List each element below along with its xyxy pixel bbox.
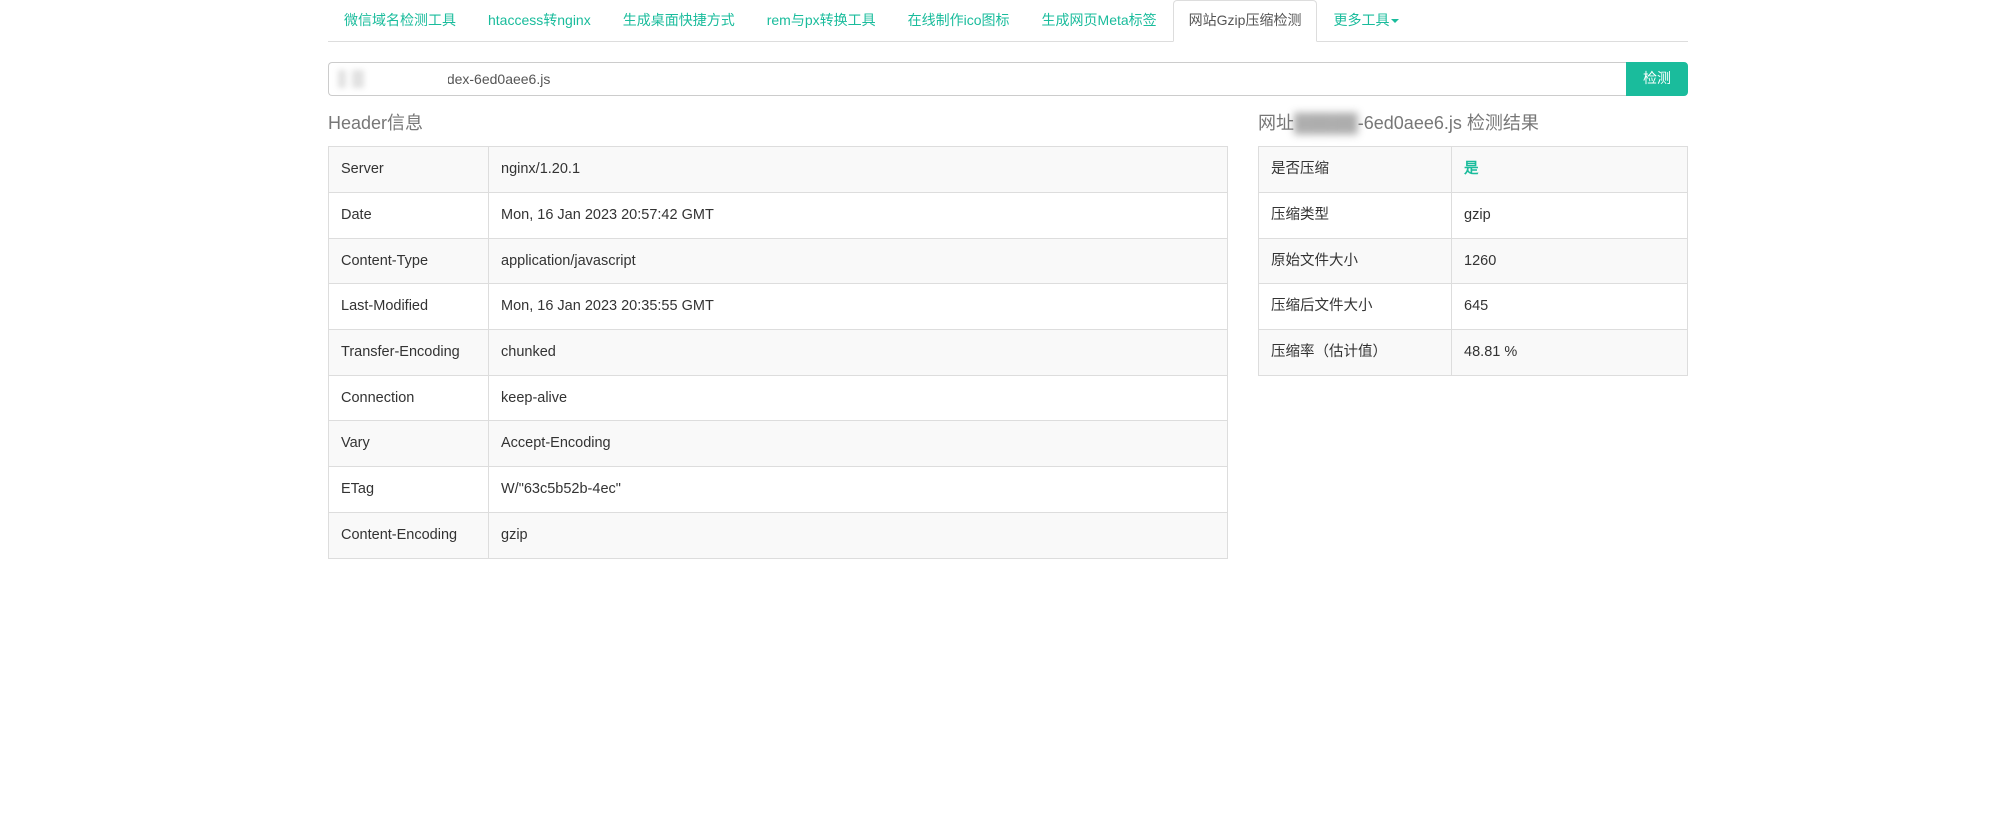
submit-button[interactable]: 检测 <box>1626 62 1688 96</box>
tab-5[interactable]: 生成网页Meta标签 <box>1026 0 1173 42</box>
tab-link[interactable]: 在线制作ico图标 <box>892 0 1026 42</box>
table-row: VaryAccept-Encoding <box>329 421 1228 467</box>
result-label: 压缩类型 <box>1259 192 1452 238</box>
header-value: application/javascript <box>489 238 1228 284</box>
header-key: Server <box>329 147 489 193</box>
header-key: Date <box>329 192 489 238</box>
tab-link[interactable]: 网站Gzip压缩检测 <box>1173 0 1318 42</box>
tab-1[interactable]: htaccess转nginx <box>472 0 607 42</box>
header-key: Last-Modified <box>329 284 489 330</box>
tab-7[interactable]: 更多工具 <box>1317 0 1415 42</box>
tab-2[interactable]: 生成桌面快捷方式 <box>607 0 751 42</box>
result-label: 原始文件大小 <box>1259 238 1452 284</box>
header-key: Transfer-Encoding <box>329 329 489 375</box>
result-value: 48.81 % <box>1452 329 1688 375</box>
table-row: 压缩率（估计值）48.81 % <box>1259 329 1688 375</box>
table-row: Content-Encodinggzip <box>329 512 1228 558</box>
tab-link[interactable]: 生成桌面快捷方式 <box>607 0 751 42</box>
result-label: 压缩率（估计值） <box>1259 329 1452 375</box>
header-value: chunked <box>489 329 1228 375</box>
table-row: Connectionkeep-alive <box>329 375 1228 421</box>
header-key: Content-Encoding <box>329 512 489 558</box>
header-info-title: Header信息 <box>328 111 1228 136</box>
tab-4[interactable]: 在线制作ico图标 <box>892 0 1026 42</box>
result-label: 压缩后文件大小 <box>1259 284 1452 330</box>
table-row: 压缩类型gzip <box>1259 192 1688 238</box>
header-value: Accept-Encoding <box>489 421 1228 467</box>
header-value: keep-alive <box>489 375 1228 421</box>
header-value: Mon, 16 Jan 2023 20:57:42 GMT <box>489 192 1228 238</box>
result-label: 是否压缩 <box>1259 147 1452 193</box>
header-key: ETag <box>329 467 489 513</box>
header-value: W/"63c5b52b-4ec" <box>489 467 1228 513</box>
header-key: Vary <box>329 421 489 467</box>
tab-6[interactable]: 网站Gzip压缩检测 <box>1173 0 1318 42</box>
table-row: Transfer-Encodingchunked <box>329 329 1228 375</box>
table-row: 压缩后文件大小645 <box>1259 284 1688 330</box>
tab-link[interactable]: rem与px转换工具 <box>751 0 892 42</box>
tab-link[interactable]: 微信域名检测工具 <box>328 0 472 42</box>
result-value: 是 <box>1452 147 1688 193</box>
table-row: Servernginx/1.20.1 <box>329 147 1228 193</box>
tab-link[interactable]: 更多工具 <box>1317 0 1415 42</box>
result-table: 是否压缩是压缩类型gzip原始文件大小1260压缩后文件大小645压缩率（估计值… <box>1258 146 1688 376</box>
tab-0[interactable]: 微信域名检测工具 <box>328 0 472 42</box>
input-mask <box>338 70 448 88</box>
url-input[interactable] <box>328 62 1626 96</box>
table-row: Content-Typeapplication/javascript <box>329 238 1228 284</box>
result-value: 1260 <box>1452 238 1688 284</box>
result-title: 网址█████-6ed0aee6.js 检测结果 <box>1258 111 1688 136</box>
table-row: 是否压缩是 <box>1259 147 1688 193</box>
tab-link[interactable]: 生成网页Meta标签 <box>1026 0 1173 42</box>
caret-down-icon <box>1391 19 1399 23</box>
header-table: Servernginx/1.20.1DateMon, 16 Jan 2023 2… <box>328 146 1228 558</box>
table-row: ETagW/"63c5b52b-4ec" <box>329 467 1228 513</box>
tab-link[interactable]: htaccess转nginx <box>472 0 607 42</box>
tab-3[interactable]: rem与px转换工具 <box>751 0 892 42</box>
header-key: Content-Type <box>329 238 489 284</box>
header-value: nginx/1.20.1 <box>489 147 1228 193</box>
table-row: DateMon, 16 Jan 2023 20:57:42 GMT <box>329 192 1228 238</box>
tool-tabs: 微信域名检测工具htaccess转nginx生成桌面快捷方式rem与px转换工具… <box>328 0 1688 42</box>
table-row: Last-ModifiedMon, 16 Jan 2023 20:35:55 G… <box>329 284 1228 330</box>
url-input-group: 检测 <box>328 62 1688 96</box>
header-key: Connection <box>329 375 489 421</box>
result-value: 645 <box>1452 284 1688 330</box>
header-value: Mon, 16 Jan 2023 20:35:55 GMT <box>489 284 1228 330</box>
table-row: 原始文件大小1260 <box>1259 238 1688 284</box>
result-value: gzip <box>1452 192 1688 238</box>
header-value: gzip <box>489 512 1228 558</box>
